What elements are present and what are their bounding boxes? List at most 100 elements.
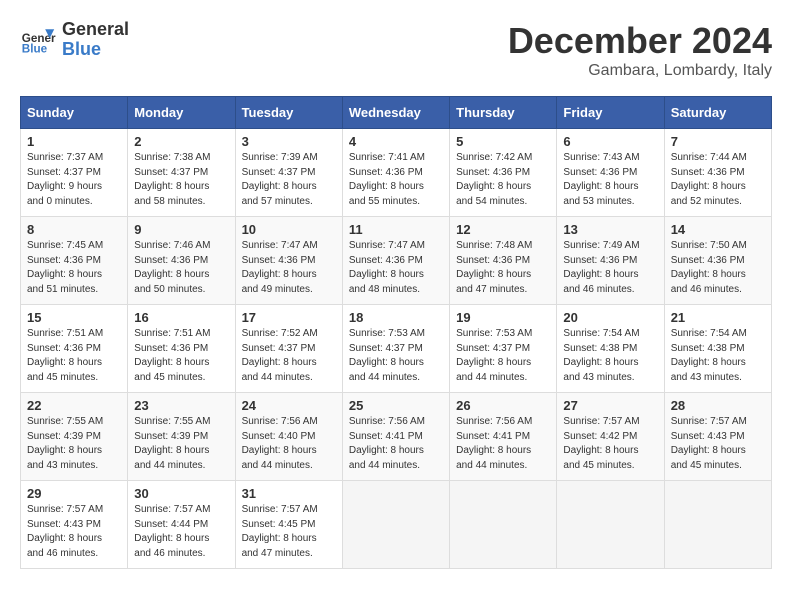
weekday-header-row: SundayMondayTuesdayWednesdayThursdayFrid… bbox=[21, 97, 772, 129]
day-number: 22 bbox=[27, 398, 121, 413]
day-info: Sunrise: 7:57 AM Sunset: 4:44 PM Dayligh… bbox=[134, 503, 228, 561]
calendar-cell: 10 Sunrise: 7:47 AM Sunset: 4:36 PM Dayli… bbox=[235, 217, 342, 305]
day-number: 29 bbox=[27, 486, 121, 501]
day-number: 25 bbox=[349, 398, 443, 413]
day-info: Sunrise: 7:47 AM Sunset: 4:36 PM Dayligh… bbox=[242, 239, 336, 297]
day-info: Sunrise: 7:47 AM Sunset: 4:36 PM Dayligh… bbox=[349, 239, 443, 297]
svg-text:Blue: Blue bbox=[22, 42, 48, 55]
logo-line1: General bbox=[62, 20, 129, 40]
day-info: Sunrise: 7:53 AM Sunset: 4:37 PM Dayligh… bbox=[349, 327, 443, 385]
day-info: Sunrise: 7:51 AM Sunset: 4:36 PM Dayligh… bbox=[134, 327, 228, 385]
calendar-cell: 16 Sunrise: 7:51 AM Sunset: 4:36 PM Dayli… bbox=[128, 305, 235, 393]
day-info: Sunrise: 7:54 AM Sunset: 4:38 PM Dayligh… bbox=[563, 327, 657, 385]
calendar-cell: 18 Sunrise: 7:53 AM Sunset: 4:37 PM Dayli… bbox=[342, 305, 449, 393]
logo-text: General Blue bbox=[62, 20, 129, 60]
day-number: 12 bbox=[456, 222, 550, 237]
weekday-header: Sunday bbox=[21, 97, 128, 129]
day-number: 16 bbox=[134, 310, 228, 325]
day-info: Sunrise: 7:55 AM Sunset: 4:39 PM Dayligh… bbox=[27, 415, 121, 473]
week-row-4: 22 Sunrise: 7:55 AM Sunset: 4:39 PM Dayli… bbox=[21, 393, 772, 481]
logo-line2: Blue bbox=[62, 40, 129, 60]
week-row-2: 8Sunrise: 7:45 AM Sunset: 4:36 PM Daylig… bbox=[21, 217, 772, 305]
calendar-cell: 4Sunrise: 7:41 AM Sunset: 4:36 PM Daylig… bbox=[342, 129, 449, 217]
week-row-1: 1 Sunrise: 7:37 AM Sunset: 4:37 PM Daylig… bbox=[21, 129, 772, 217]
day-number: 7 bbox=[671, 134, 765, 149]
weekday-header: Monday bbox=[128, 97, 235, 129]
day-info: Sunrise: 7:42 AM Sunset: 4:36 PM Dayligh… bbox=[456, 151, 550, 209]
title-section: December 2024 Gambara, Lombardy, Italy bbox=[508, 20, 772, 80]
day-number: 10 bbox=[242, 222, 336, 237]
calendar-cell: 27Sunrise: 7:57 AM Sunset: 4:42 PM Dayli… bbox=[557, 393, 664, 481]
calendar-cell: 13Sunrise: 7:49 AM Sunset: 4:36 PM Dayli… bbox=[557, 217, 664, 305]
day-number: 21 bbox=[671, 310, 765, 325]
calendar-cell: 29Sunrise: 7:57 AM Sunset: 4:43 PM Dayli… bbox=[21, 481, 128, 569]
day-info: Sunrise: 7:44 AM Sunset: 4:36 PM Dayligh… bbox=[671, 151, 765, 209]
week-row-3: 15 Sunrise: 7:51 AM Sunset: 4:36 PM Dayli… bbox=[21, 305, 772, 393]
calendar-cell: 21 Sunrise: 7:54 AM Sunset: 4:38 PM Dayli… bbox=[664, 305, 771, 393]
weekday-header: Wednesday bbox=[342, 97, 449, 129]
calendar-cell: 8Sunrise: 7:45 AM Sunset: 4:36 PM Daylig… bbox=[21, 217, 128, 305]
day-info: Sunrise: 7:56 AM Sunset: 4:41 PM Dayligh… bbox=[456, 415, 550, 473]
day-info: Sunrise: 7:46 AM Sunset: 4:36 PM Dayligh… bbox=[134, 239, 228, 297]
day-number: 23 bbox=[134, 398, 228, 413]
week-row-5: 29Sunrise: 7:57 AM Sunset: 4:43 PM Dayli… bbox=[21, 481, 772, 569]
day-number: 28 bbox=[671, 398, 765, 413]
day-number: 2 bbox=[134, 134, 228, 149]
calendar-cell: 3Sunrise: 7:39 AM Sunset: 4:37 PM Daylig… bbox=[235, 129, 342, 217]
day-info: Sunrise: 7:51 AM Sunset: 4:36 PM Dayligh… bbox=[27, 327, 121, 385]
day-number: 4 bbox=[349, 134, 443, 149]
calendar-cell: 26 Sunrise: 7:56 AM Sunset: 4:41 PM Dayli… bbox=[450, 393, 557, 481]
day-info: Sunrise: 7:39 AM Sunset: 4:37 PM Dayligh… bbox=[242, 151, 336, 209]
day-number: 18 bbox=[349, 310, 443, 325]
day-info: Sunrise: 7:54 AM Sunset: 4:38 PM Dayligh… bbox=[671, 327, 765, 385]
calendar-cell: 17Sunrise: 7:52 AM Sunset: 4:37 PM Dayli… bbox=[235, 305, 342, 393]
day-info: Sunrise: 7:50 AM Sunset: 4:36 PM Dayligh… bbox=[671, 239, 765, 297]
calendar-cell: 1 Sunrise: 7:37 AM Sunset: 4:37 PM Daylig… bbox=[21, 129, 128, 217]
calendar-cell: 25 Sunrise: 7:56 AM Sunset: 4:41 PM Dayli… bbox=[342, 393, 449, 481]
calendar-cell: 20Sunrise: 7:54 AM Sunset: 4:38 PM Dayli… bbox=[557, 305, 664, 393]
day-number: 13 bbox=[563, 222, 657, 237]
day-number: 1 bbox=[27, 134, 121, 149]
day-info: Sunrise: 7:55 AM Sunset: 4:39 PM Dayligh… bbox=[134, 415, 228, 473]
calendar-cell: 6Sunrise: 7:43 AM Sunset: 4:36 PM Daylig… bbox=[557, 129, 664, 217]
calendar-cell: 11 Sunrise: 7:47 AM Sunset: 4:36 PM Dayli… bbox=[342, 217, 449, 305]
day-number: 5 bbox=[456, 134, 550, 149]
calendar-cell: 9 Sunrise: 7:46 AM Sunset: 4:36 PM Daylig… bbox=[128, 217, 235, 305]
day-number: 26 bbox=[456, 398, 550, 413]
day-info: Sunrise: 7:53 AM Sunset: 4:37 PM Dayligh… bbox=[456, 327, 550, 385]
day-number: 30 bbox=[134, 486, 228, 501]
day-number: 24 bbox=[242, 398, 336, 413]
day-number: 9 bbox=[134, 222, 228, 237]
calendar-cell: 2 Sunrise: 7:38 AM Sunset: 4:37 PM Daylig… bbox=[128, 129, 235, 217]
calendar-title: December 2024 bbox=[508, 20, 772, 62]
day-number: 8 bbox=[27, 222, 121, 237]
day-number: 15 bbox=[27, 310, 121, 325]
day-number: 14 bbox=[671, 222, 765, 237]
day-number: 27 bbox=[563, 398, 657, 413]
calendar-cell: 15 Sunrise: 7:51 AM Sunset: 4:36 PM Dayli… bbox=[21, 305, 128, 393]
day-info: Sunrise: 7:56 AM Sunset: 4:41 PM Dayligh… bbox=[349, 415, 443, 473]
calendar-cell bbox=[450, 481, 557, 569]
weekday-header: Tuesday bbox=[235, 97, 342, 129]
day-info: Sunrise: 7:38 AM Sunset: 4:37 PM Dayligh… bbox=[134, 151, 228, 209]
calendar-cell bbox=[557, 481, 664, 569]
day-info: Sunrise: 7:57 AM Sunset: 4:45 PM Dayligh… bbox=[242, 503, 336, 561]
day-info: Sunrise: 7:48 AM Sunset: 4:36 PM Dayligh… bbox=[456, 239, 550, 297]
logo-icon: General Blue bbox=[20, 22, 56, 58]
day-info: Sunrise: 7:43 AM Sunset: 4:36 PM Dayligh… bbox=[563, 151, 657, 209]
calendar-cell: 31Sunrise: 7:57 AM Sunset: 4:45 PM Dayli… bbox=[235, 481, 342, 569]
calendar-subtitle: Gambara, Lombardy, Italy bbox=[508, 62, 772, 80]
logo: General Blue General Blue bbox=[20, 20, 129, 60]
calendar-cell: 28 Sunrise: 7:57 AM Sunset: 4:43 PM Dayli… bbox=[664, 393, 771, 481]
calendar-cell: 30 Sunrise: 7:57 AM Sunset: 4:44 PM Dayli… bbox=[128, 481, 235, 569]
day-info: Sunrise: 7:37 AM Sunset: 4:37 PM Dayligh… bbox=[27, 151, 121, 209]
calendar-cell: 5 Sunrise: 7:42 AM Sunset: 4:36 PM Daylig… bbox=[450, 129, 557, 217]
day-info: Sunrise: 7:56 AM Sunset: 4:40 PM Dayligh… bbox=[242, 415, 336, 473]
day-number: 11 bbox=[349, 222, 443, 237]
day-info: Sunrise: 7:57 AM Sunset: 4:43 PM Dayligh… bbox=[671, 415, 765, 473]
calendar-cell bbox=[664, 481, 771, 569]
calendar-cell: 12 Sunrise: 7:48 AM Sunset: 4:36 PM Dayli… bbox=[450, 217, 557, 305]
calendar-cell: 14 Sunrise: 7:50 AM Sunset: 4:36 PM Dayli… bbox=[664, 217, 771, 305]
weekday-header: Friday bbox=[557, 97, 664, 129]
day-number: 19 bbox=[456, 310, 550, 325]
